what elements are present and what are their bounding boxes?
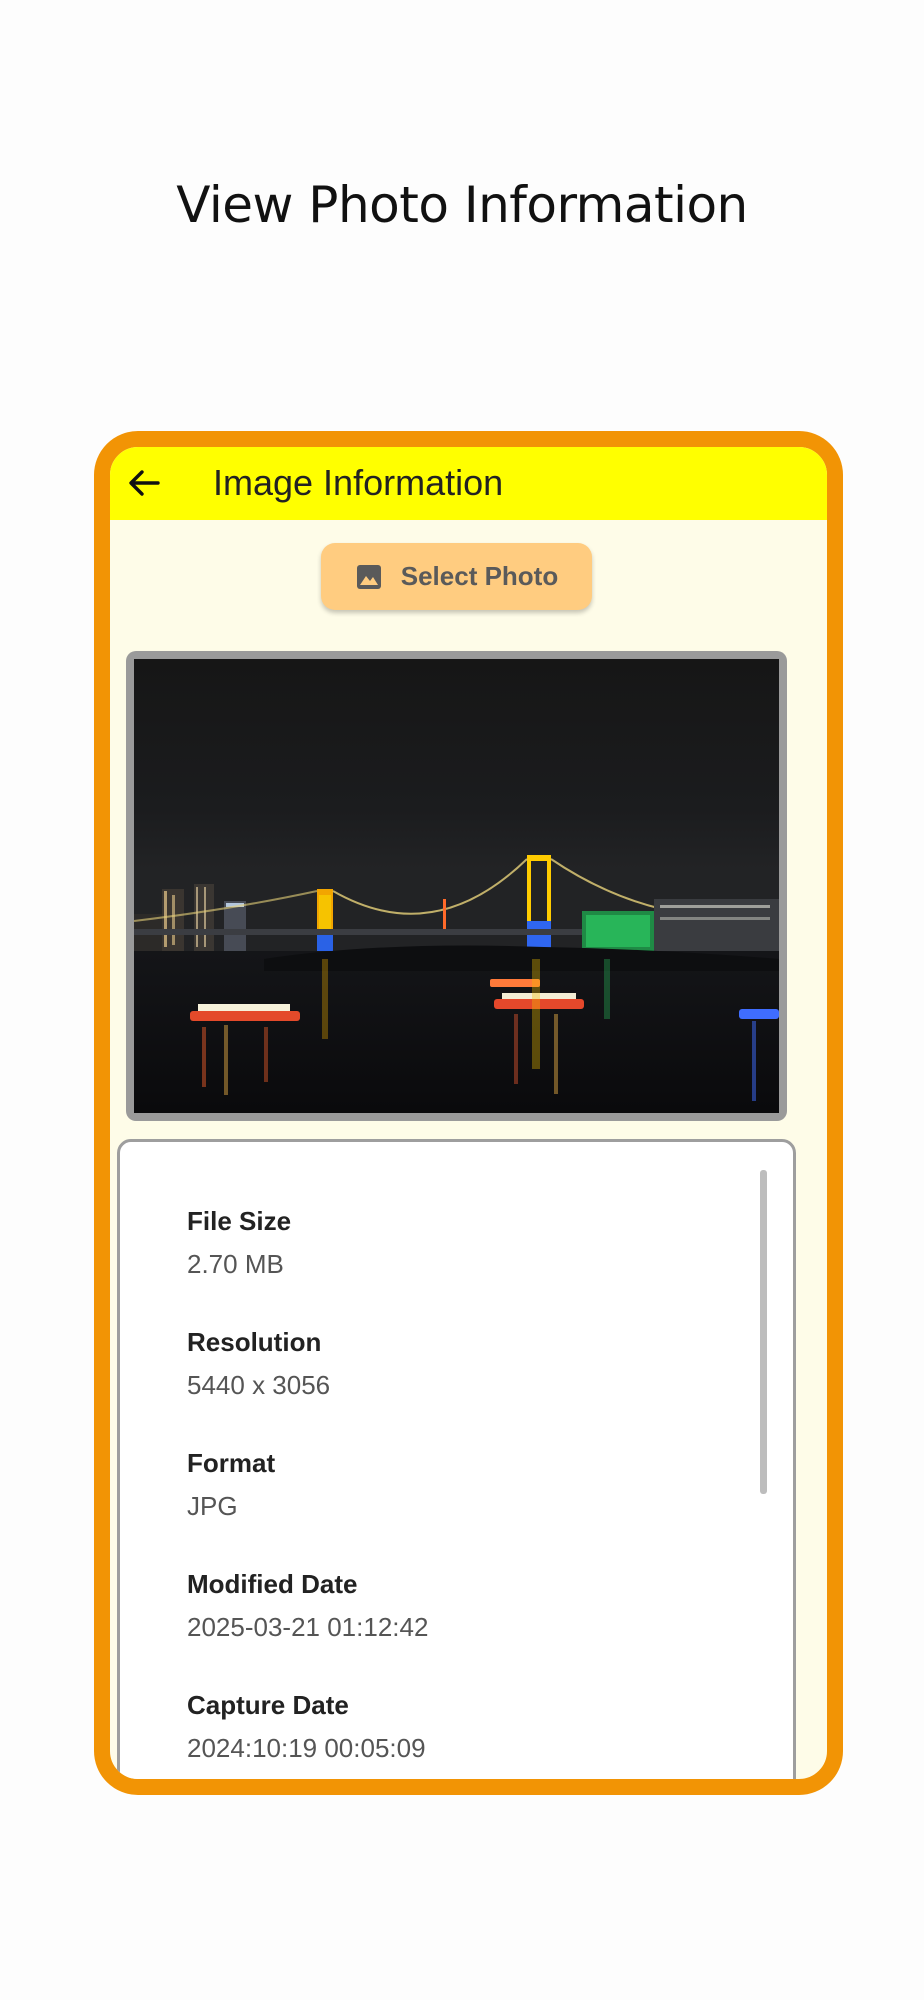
select-photo-button[interactable]: Select Photo <box>321 543 592 610</box>
info-value: 2.70 MB <box>187 1249 284 1279</box>
page-heading: View Photo Information <box>176 176 748 234</box>
info-item-modified-date: Modified Date 2025-03-21 01:12:42 <box>187 1569 428 1690</box>
arrow-left-icon <box>129 470 160 496</box>
info-item-capture-date: Capture Date 2024:10:19 00:05:09 <box>187 1690 428 1779</box>
info-item-format: Format JPG <box>187 1448 428 1569</box>
select-photo-label: Select Photo <box>400 561 559 591</box>
info-label: Format <box>187 1448 276 1478</box>
info-value: 2024:10:19 00:05:09 <box>187 1733 426 1763</box>
info-label: File Size <box>187 1206 292 1236</box>
info-list: File Size 2.70 MB Resolution 5440 x 3056… <box>187 1206 428 1779</box>
info-item-file-size: File Size 2.70 MB <box>187 1206 428 1327</box>
info-value: JPG <box>187 1491 238 1521</box>
image-icon <box>356 564 381 589</box>
info-value: 5440 x 3056 <box>187 1370 331 1400</box>
info-card[interactable]: File Size 2.70 MB Resolution 5440 x 3056… <box>117 1139 796 1779</box>
scrollbar[interactable] <box>760 1170 767 1494</box>
info-label: Modified Date <box>187 1569 358 1599</box>
photo-preview <box>126 651 787 1121</box>
info-label: Resolution <box>187 1327 322 1357</box>
phone-frame: Image Information Select Photo File Size… <box>94 431 843 1795</box>
app-bar: Image Information <box>110 447 827 520</box>
app-title: Image Information <box>213 462 504 503</box>
info-item-resolution: Resolution 5440 x 3056 <box>187 1327 428 1448</box>
night-bridge-photo <box>134 659 779 1113</box>
info-value: 2025-03-21 01:12:42 <box>187 1612 429 1642</box>
info-label: Capture Date <box>187 1690 349 1720</box>
back-button[interactable] <box>118 457 170 509</box>
